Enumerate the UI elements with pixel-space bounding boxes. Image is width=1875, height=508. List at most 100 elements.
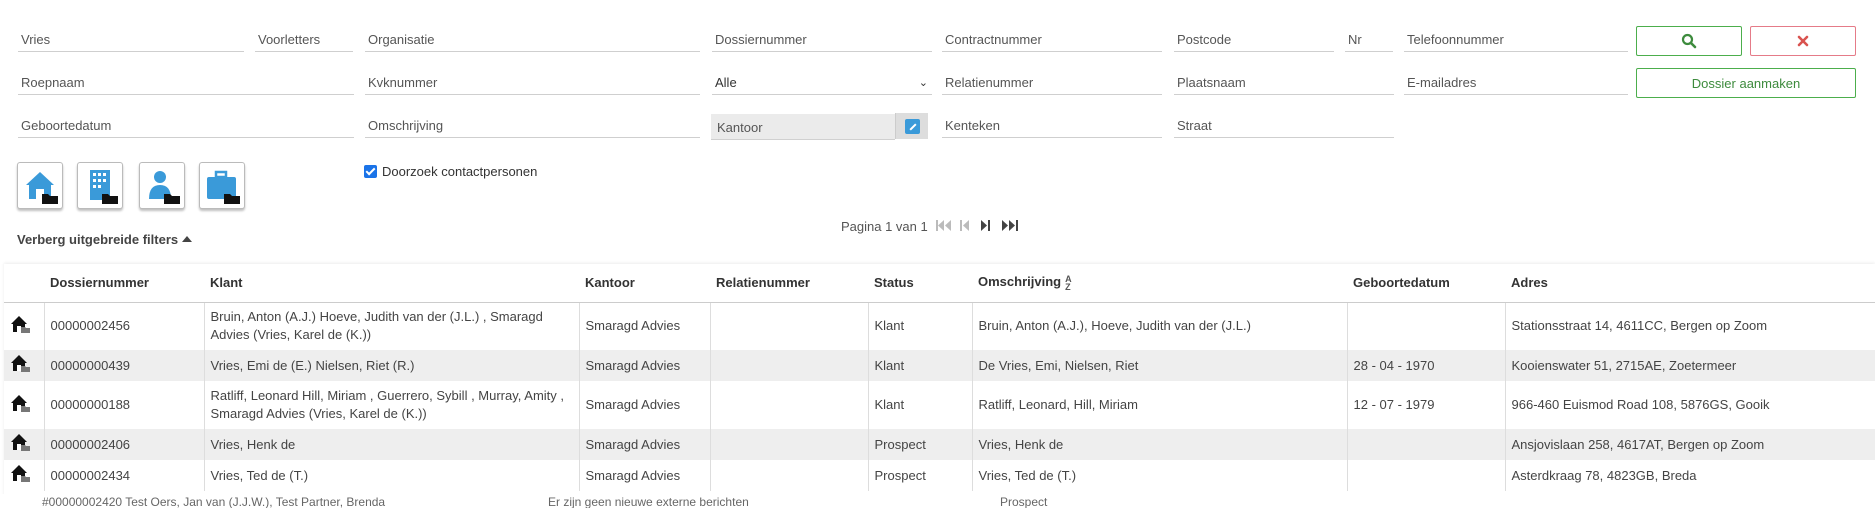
relatienummer-input[interactable]: Relatienummer [942, 69, 1162, 95]
contractnummer-input[interactable]: Contractnummer [942, 26, 1162, 52]
cell-status: Klant [867, 350, 972, 381]
header-geboortedatum[interactable]: Geboortedatum [1347, 264, 1505, 303]
header-relatienummer[interactable]: Relatienummer [710, 264, 868, 303]
cell-geboortedatum [1346, 429, 1505, 460]
header-kantoor[interactable]: Kantoor [579, 264, 710, 303]
header-omschrijving[interactable]: Omschrijving A Z [972, 264, 1347, 303]
telefoonnummer-input[interactable]: Telefoonnummer [1404, 26, 1628, 52]
briefcase-folder-icon [207, 170, 240, 204]
cell-geboortedatum [1346, 302, 1505, 350]
cell-adres: Asterdkraag 78, 4823GB, Breda [1504, 460, 1875, 491]
previous-page-icon[interactable] [959, 219, 969, 234]
cell-relatienummer [709, 429, 868, 460]
omschrijving-input[interactable]: Omschrijving [365, 112, 700, 138]
table-row[interactable]: 00000000188 Ratliff, Leonard Hill, Miriam… [4, 381, 1875, 429]
doorzoek-contactpersonen-label: Doorzoek contactpersonen [382, 164, 538, 179]
status-select[interactable]: Alle ⌄ [712, 69, 932, 95]
cell-dossiernummer: 00000002434 [43, 460, 204, 491]
kvknummer-input[interactable]: Kvknummer [365, 69, 700, 95]
last-page-icon[interactable] [1001, 219, 1018, 234]
plaatsnaam-input[interactable]: Plaatsnaam [1174, 69, 1394, 95]
type-zakelijk-button[interactable] [77, 162, 123, 209]
home-dossier-icon [10, 355, 30, 375]
status-select-value: Alle [715, 75, 737, 90]
cell-kantoor: Smaragd Advies [578, 429, 710, 460]
home-dossier-icon [10, 315, 30, 336]
type-persoon-button[interactable] [139, 162, 185, 209]
cell-dossiernummer: 00000002456 [43, 302, 204, 350]
next-page-icon[interactable] [980, 219, 990, 234]
organisatie-input[interactable]: Organisatie [365, 26, 700, 52]
cell-relatienummer [709, 460, 868, 491]
table-header-row: Dossiernummer Klant Kantoor Relatienumme… [4, 264, 1875, 303]
cell-klant: Vries, Henk de [203, 429, 579, 460]
cell-geboortedatum [1346, 460, 1505, 491]
cell-kantoor: Smaragd Advies [578, 381, 710, 429]
cell-adres: Stationsstraat 14, 4611CC, Bergen op Zoo… [1504, 302, 1875, 350]
doorzoek-contactpersonen-checkbox[interactable] [364, 165, 377, 178]
building-folder-icon [90, 170, 118, 204]
cell-status: Prospect [867, 429, 972, 460]
postcode-input[interactable]: Postcode [1174, 26, 1334, 52]
pager: Pagina 1 van 1 [841, 219, 1018, 234]
cell-klant: Bruin, Anton (A.J.) Hoeve, Judith van de… [203, 302, 579, 350]
cell-status: Klant [867, 381, 972, 429]
row-type-icon [4, 460, 44, 491]
table-row[interactable]: 00000002406 Vries, Henk de Smaragd Advies P… [4, 429, 1875, 460]
type-particulier-button[interactable] [17, 162, 63, 209]
cell-klant: Ratliff, Leonard Hill, Miriam , Guerrero… [203, 381, 579, 429]
header-adres[interactable]: Adres [1505, 264, 1875, 303]
kantoor-open-button[interactable] [895, 113, 928, 139]
cell-geboortedatum: 28 - 04 - 1970 [1346, 350, 1505, 381]
row-type-icon [4, 429, 44, 460]
cell-dossiernummer: 00000002406 [43, 429, 204, 460]
header-dossiernummer[interactable]: Dossiernummer [44, 264, 204, 303]
close-icon [1797, 35, 1809, 47]
type-zakelijk-dossier-button[interactable] [199, 162, 245, 209]
cell-adres: 966-460 Euismod Road 108, 5876GS, Gooik [1504, 381, 1875, 429]
row-type-icon [4, 302, 44, 350]
header-klant[interactable]: Klant [204, 264, 579, 303]
toggle-advanced-filters[interactable]: Verberg uitgebreide filters [17, 232, 193, 247]
caret-up-icon [182, 236, 193, 242]
cell-kantoor: Smaragd Advies [578, 350, 710, 381]
dossiernummer-input[interactable]: Dossiernummer [712, 26, 932, 52]
cell-status: Prospect [867, 460, 972, 491]
cell-dossiernummer: 00000000439 [43, 350, 204, 381]
table-row[interactable]: 00000002434 Vries, Ted de (T.) Smaragd Adv… [4, 460, 1875, 491]
table-row[interactable]: 00000002456 Bruin, Anton (A.J.) Hoeve, Ju… [4, 302, 1875, 350]
cell-kantoor: Smaragd Advies [578, 302, 710, 350]
external-link-icon [904, 118, 920, 134]
clear-button[interactable] [1750, 26, 1856, 56]
kenteken-input[interactable]: Kenteken [942, 112, 1162, 138]
emailadres-input[interactable]: E-mailadres [1404, 69, 1628, 95]
sort-alpha-icon: AZ [1065, 274, 1072, 293]
roepnaam-input[interactable]: Roepnaam [18, 69, 354, 95]
person-folder-icon [149, 171, 180, 204]
header-status[interactable]: Status [868, 264, 972, 303]
vries-input[interactable]: Vries [18, 26, 244, 52]
search-icon [1681, 33, 1697, 49]
cell-klant: Vries, Ted de (T.) [203, 460, 579, 491]
dossier-aanmaken-button[interactable]: Dossier aanmaken [1636, 68, 1856, 98]
pager-label: Pagina 1 van 1 [841, 219, 928, 234]
underlying-content-strip: #00000002420 Test Oers, Jan van (J.J.W.)… [0, 494, 1875, 508]
nr-input[interactable]: Nr [1345, 26, 1393, 52]
geboortedatum-input[interactable]: Geboortedatum [18, 112, 354, 138]
cell-omschrijving: Bruin, Anton (A.J.), Hoeve, Judith van d… [971, 302, 1347, 350]
voorletters-input[interactable]: Voorletters [255, 26, 353, 52]
table-row[interactable]: 00000000439 Vries, Emi de (E.) Nielsen, R… [4, 350, 1875, 381]
cell-omschrijving: Ratliff, Leonard, Hill, Miriam [971, 381, 1347, 429]
straat-input[interactable]: Straat [1174, 112, 1394, 138]
header-omschrijving-label: Omschrijving [978, 274, 1062, 290]
first-page-icon[interactable] [935, 219, 952, 234]
cell-relatienummer [709, 381, 868, 429]
strip-right-text: Prospect [1000, 495, 1048, 508]
cell-relatienummer [709, 302, 868, 350]
row-type-icon [4, 381, 44, 429]
search-button[interactable] [1636, 26, 1742, 56]
cell-omschrijving: De Vries, Emi, Nielsen, Riet [971, 350, 1347, 381]
cell-geboortedatum: 12 - 07 - 1979 [1346, 381, 1505, 429]
toggle-advanced-filters-label: Verberg uitgebreide filters [17, 232, 179, 247]
home-dossier-icon [10, 434, 30, 454]
